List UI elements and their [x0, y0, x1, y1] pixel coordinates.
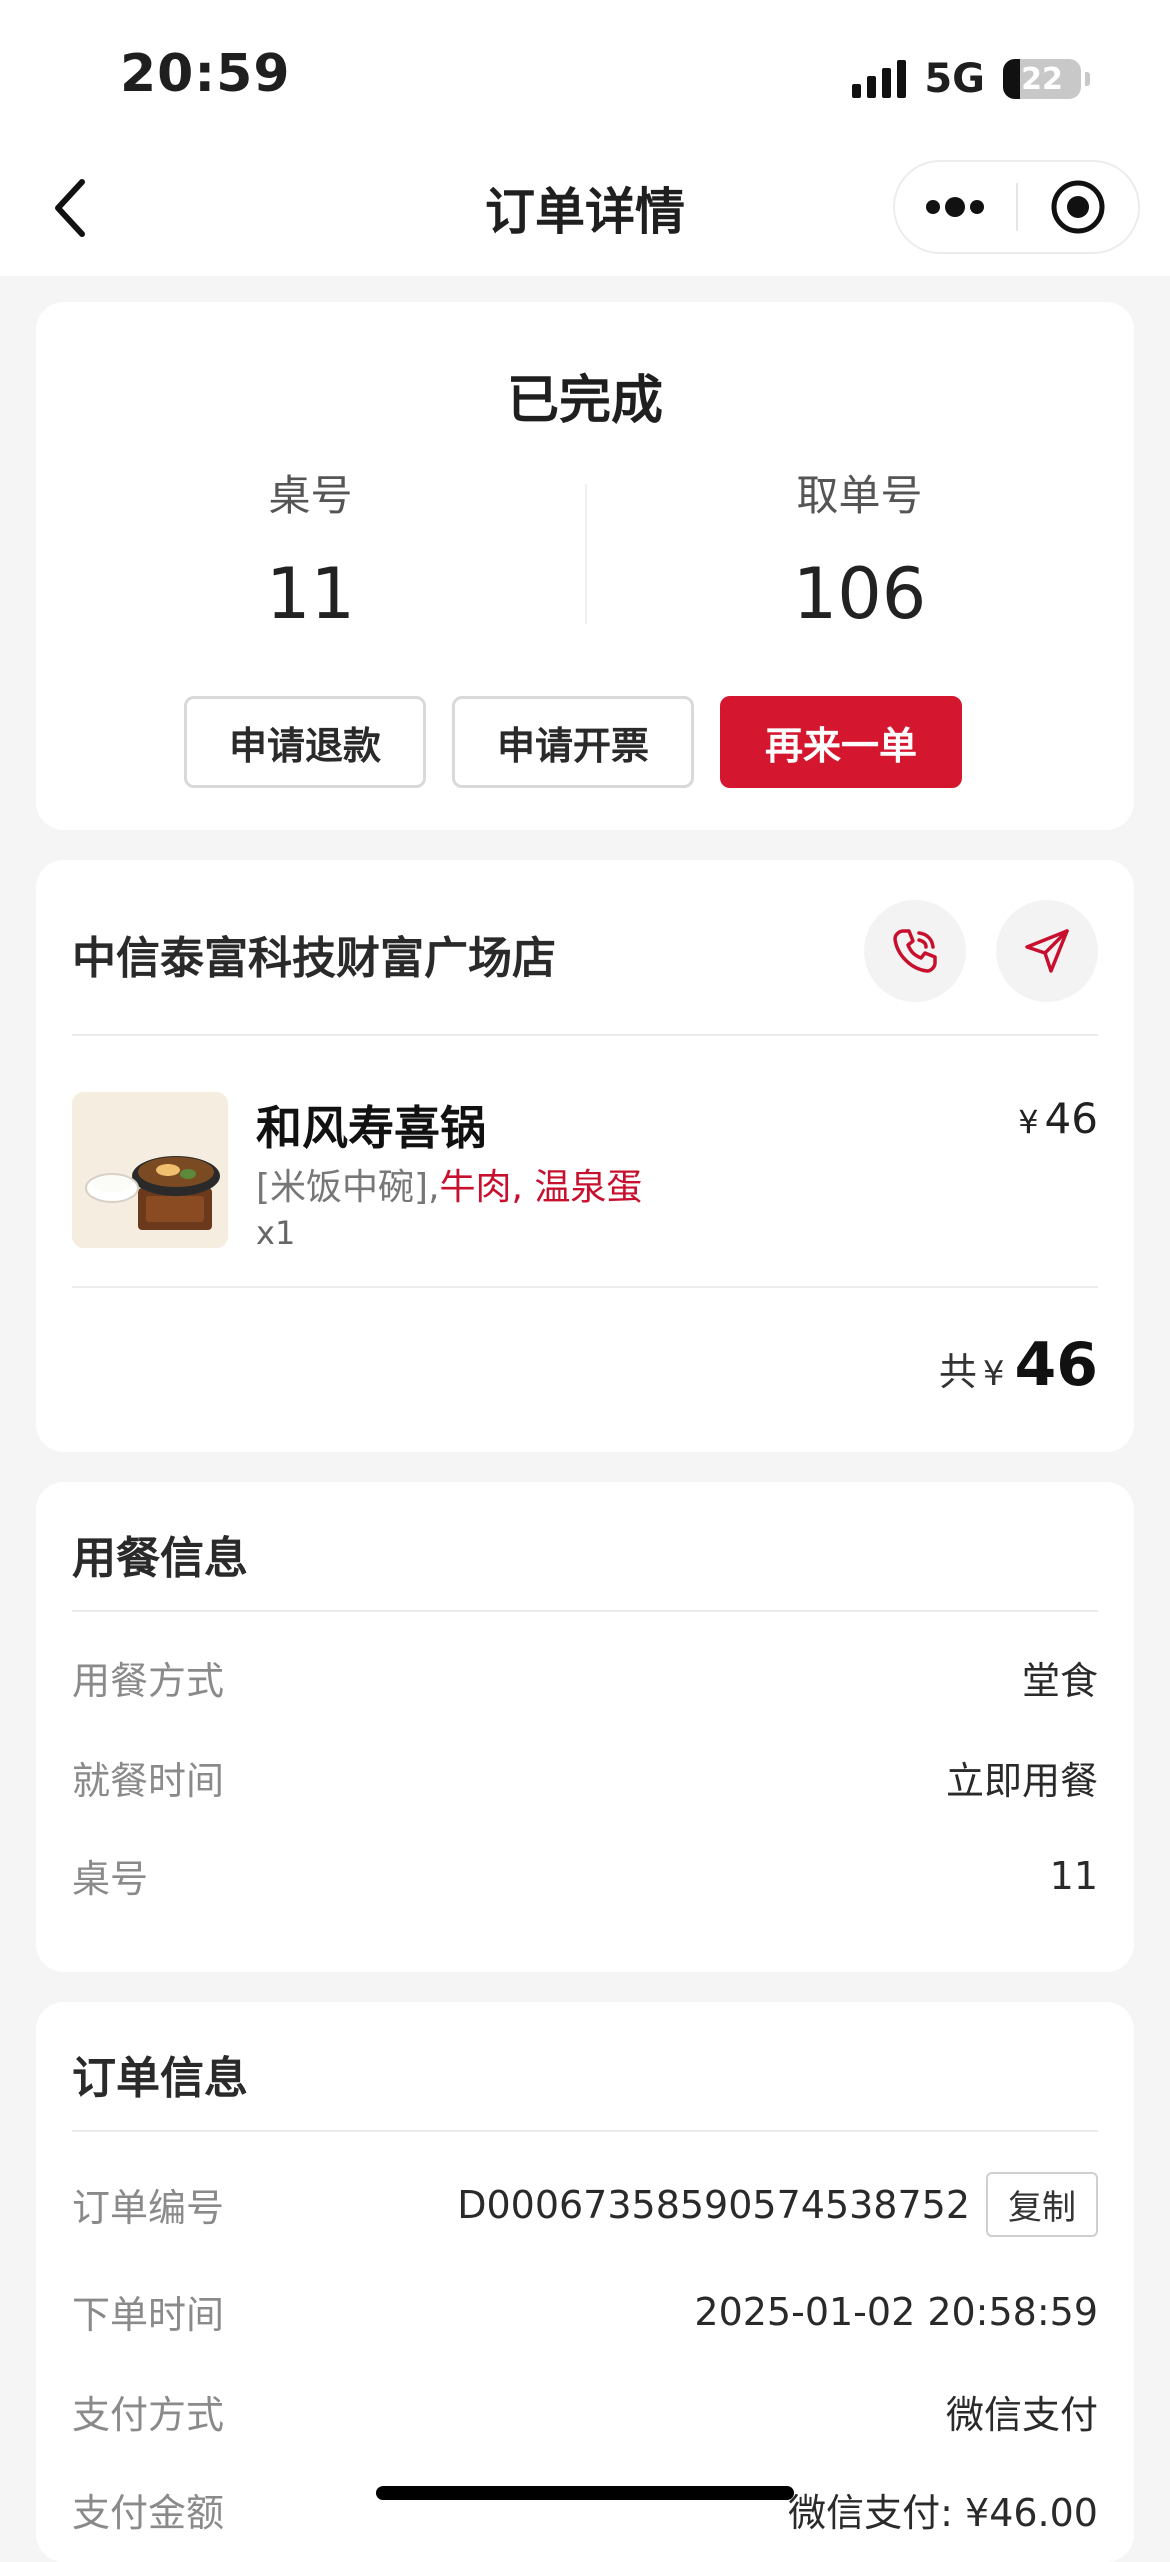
- table-value: 11: [265, 553, 356, 635]
- dish-options-highlight: 牛肉, 温泉蛋: [439, 1167, 643, 1208]
- navigate-store-button[interactable]: [996, 900, 1098, 1002]
- order-status-card: 已完成 桌号 11 取单号 106 申请退款 申请开票 再来一单: [36, 302, 1134, 830]
- dish-options-base: [米饭中碗],: [256, 1167, 440, 1208]
- dish-image: [72, 1092, 228, 1248]
- order-number: D00067358590574538752 复制: [457, 2172, 1098, 2237]
- info-value: 微信支付: ¥46.00: [788, 2491, 1098, 2535]
- divider: [72, 1610, 1098, 1612]
- info-value: 2025-01-02 20:58:59: [694, 2289, 1098, 2334]
- order-actions: 申请退款 申请开票 再来一单: [184, 696, 962, 788]
- battery-icon: 22: [1003, 59, 1081, 99]
- info-label: 下单时间: [72, 2293, 225, 2337]
- dish-quantity: x1: [256, 1214, 296, 1252]
- table-number-stat: 桌号 11: [36, 462, 585, 635]
- network-type: 5G: [924, 56, 985, 102]
- mini-program-capsule: [893, 160, 1140, 254]
- battery-percent: 22: [1021, 61, 1063, 97]
- top-bar: 20:59 5G 22 订单详情: [0, 0, 1170, 276]
- info-row: 就餐时间 立即用餐: [72, 1750, 1098, 1805]
- target-circle-icon: [1051, 180, 1105, 234]
- pickup-value: 106: [792, 553, 927, 635]
- currency-symbol: ¥: [1018, 1103, 1039, 1141]
- info-label: 就餐时间: [72, 1759, 225, 1803]
- order-info-title: 订单信息: [72, 2053, 248, 2104]
- phone-icon: [893, 929, 937, 973]
- total-amount: 46: [1014, 1330, 1099, 1400]
- reorder-button[interactable]: 再来一单: [720, 696, 962, 788]
- dining-info-card: 用餐信息 用餐方式 堂食 就餐时间 立即用餐 桌号 11: [36, 1482, 1134, 1972]
- info-label: 桌号: [72, 1857, 149, 1901]
- pickup-number-stat: 取单号 106: [585, 462, 1134, 635]
- info-row: 桌号 11: [72, 1848, 1098, 1903]
- more-button[interactable]: [895, 162, 1016, 252]
- order-status-title: 已完成: [506, 371, 663, 431]
- info-row: 下单时间 2025-01-02 20:58:59: [72, 2284, 1098, 2339]
- order-total: 共 ¥ 46: [939, 1330, 1098, 1400]
- info-label: 用餐方式: [72, 1659, 225, 1703]
- close-mini-program-button[interactable]: [1018, 162, 1139, 252]
- status-time: 20:59: [120, 44, 291, 104]
- info-row: 订单编号 D00067358590574538752 复制: [72, 2172, 1098, 2237]
- dish-price-value: 46: [1044, 1094, 1098, 1143]
- call-store-button[interactable]: [864, 900, 966, 1002]
- navigation-arrow-icon: [1025, 929, 1069, 973]
- refund-button[interactable]: 申请退款: [184, 696, 426, 788]
- total-currency: ¥: [982, 1354, 1005, 1394]
- divider: [72, 2130, 1098, 2132]
- info-row: 支付方式 微信支付: [72, 2384, 1098, 2439]
- order-info-card: 订单信息 订单编号 D00067358590574538752 复制 下单时间 …: [36, 2002, 1134, 2562]
- dish-name: 和风寿喜锅: [256, 1101, 486, 1155]
- home-indicator[interactable]: [376, 2486, 794, 2500]
- store-name: 中信泰富科技财富广场店: [72, 933, 556, 984]
- info-label: 支付方式: [72, 2393, 225, 2437]
- signal-icon: [852, 60, 907, 98]
- pickup-label: 取单号: [796, 471, 923, 520]
- info-label: 支付金额: [72, 2491, 225, 2535]
- dining-info-title: 用餐信息: [72, 1533, 248, 1584]
- dish-options: [米饭中碗],牛肉, 温泉蛋: [256, 1158, 642, 1210]
- info-value: 立即用餐: [945, 1759, 1098, 1803]
- table-label: 桌号: [268, 471, 353, 520]
- info-value: 堂食: [1021, 1659, 1098, 1703]
- total-label: 共: [938, 1350, 977, 1394]
- info-label: 订单编号: [72, 2186, 225, 2230]
- order-number-value: D00067358590574538752: [457, 2182, 970, 2227]
- info-value: 微信支付: [945, 2393, 1098, 2437]
- invoice-button[interactable]: 申请开票: [452, 696, 694, 788]
- divider: [72, 1286, 1098, 1288]
- status-icons: 5G 22: [852, 56, 1090, 102]
- copy-button[interactable]: 复制: [986, 2172, 1098, 2237]
- dish-price: ¥46: [1018, 1094, 1098, 1143]
- store-card: 中信泰富科技财富广场店 和风寿喜锅 [米饭中碗],牛肉, 温泉蛋 x1 ¥ 46…: [36, 860, 1134, 1452]
- sukiyaki-pot-image: [72, 1092, 228, 1248]
- info-value: 11: [1049, 1853, 1098, 1898]
- divider: [72, 1034, 1098, 1036]
- info-row: 用餐方式 堂食: [72, 1650, 1098, 1705]
- more-dots-icon: [926, 197, 985, 217]
